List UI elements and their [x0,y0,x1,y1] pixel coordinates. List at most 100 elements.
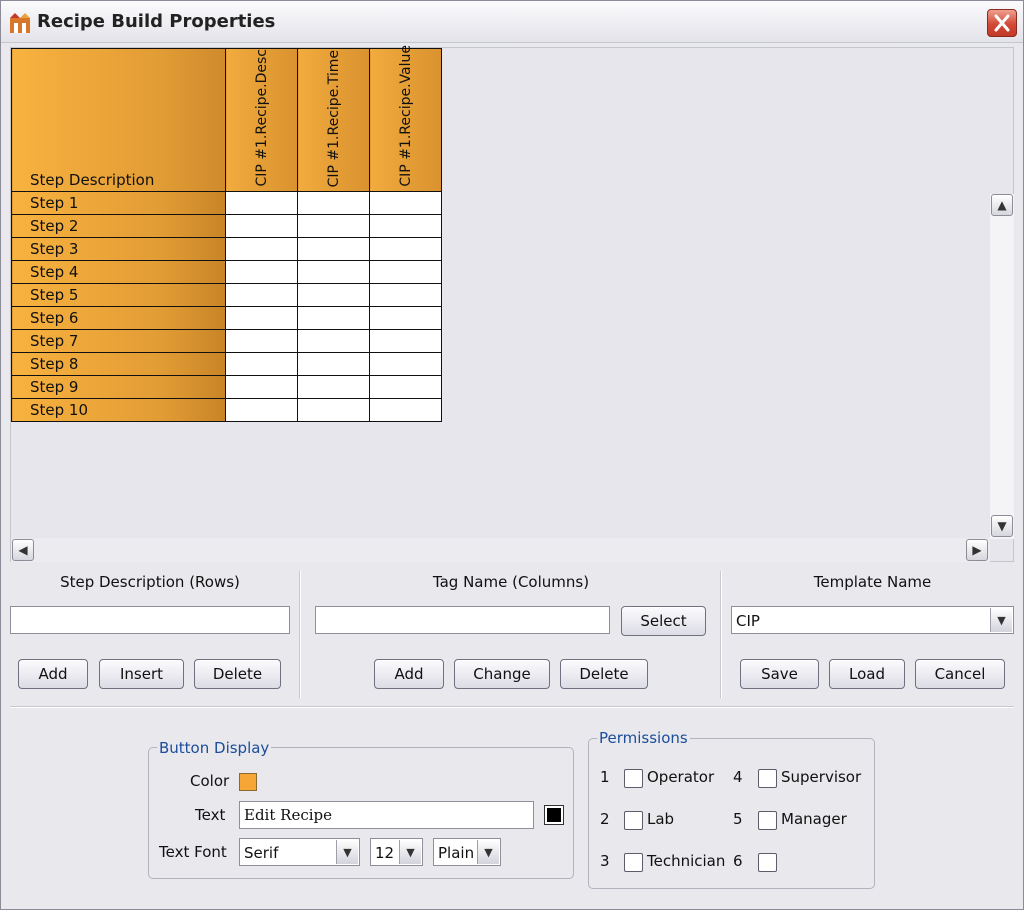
template-name-select[interactable]: CIP ▼ [731,606,1014,634]
permission-checkbox-lab[interactable] [624,811,643,830]
font-size-value: 12 [375,844,395,862]
vertical-scrollbar[interactable]: ▲ ▼ [990,194,1014,539]
permission-label: Supervisor [781,768,862,786]
row-label[interactable]: Step 4 [11,260,226,284]
delete-row-button[interactable]: Delete [194,659,281,689]
grid-cell[interactable] [225,398,298,422]
row-label[interactable]: Step 3 [11,237,226,261]
button-text-input[interactable]: Edit Recipe [239,801,534,829]
table-row: Step 9 [11,375,442,399]
permission-checkbox-supervisor[interactable] [758,769,777,788]
chevron-down-icon[interactable]: ▼ [336,840,358,864]
table-row: Step 7 [11,329,442,353]
row-label[interactable]: Step 8 [11,352,226,376]
grid-cell[interactable] [297,260,370,284]
column-header[interactable]: CIP #1.Recipe.Time [297,48,370,192]
step-description-input[interactable] [10,606,290,634]
row-label[interactable]: Step 7 [11,329,226,353]
scroll-left-button[interactable]: ◀ [12,539,34,561]
column-header[interactable]: CIP #1.Recipe.Desc [225,48,298,192]
close-icon [994,14,1010,32]
permission-checkbox-technician[interactable] [624,853,643,872]
grid-cell[interactable] [369,237,442,261]
tag-name-input[interactable] [315,606,610,634]
grid-cell[interactable] [369,214,442,238]
scroll-down-button[interactable]: ▼ [991,515,1013,537]
row-label[interactable]: Step 10 [11,398,226,422]
grid-cell[interactable] [297,306,370,330]
grid-cell[interactable] [225,214,298,238]
grid-cell[interactable] [225,352,298,376]
close-button[interactable] [987,9,1017,37]
grid-cell[interactable] [225,329,298,353]
save-button[interactable]: Save [740,659,819,689]
insert-row-button[interactable]: Insert [99,659,184,689]
grid-cell[interactable] [369,352,442,376]
grid-cell[interactable] [369,375,442,399]
column-header[interactable]: CIP #1.Recipe.Value [369,45,442,192]
scroll-right-button[interactable]: ▶ [966,539,988,561]
grid-cell[interactable] [225,375,298,399]
grid-cell[interactable] [225,237,298,261]
grid-cell[interactable] [225,191,298,215]
grid-cell[interactable] [297,329,370,353]
font-size-select[interactable]: 12 ▼ [370,838,423,866]
text-font-label: Text Font [159,843,227,861]
grid-cell[interactable] [297,214,370,238]
font-style-select[interactable]: Plain ▼ [433,838,501,866]
row-label[interactable]: Step 2 [11,214,226,238]
row-label[interactable]: Step 1 [11,191,226,215]
change-column-button[interactable]: Change [454,659,550,689]
font-family-select[interactable]: Serif ▼ [239,838,360,866]
add-column-button[interactable]: Add [374,659,444,689]
grid-cell[interactable] [297,375,370,399]
delete-column-button[interactable]: Delete [560,659,648,689]
permission-checkbox-6[interactable] [758,853,777,872]
grid-cell[interactable] [297,398,370,422]
grid-cell[interactable] [297,283,370,307]
grid-cell[interactable] [225,260,298,284]
table-row: Step 3 [11,237,442,261]
grid-cell[interactable] [297,352,370,376]
row-label[interactable]: Step 6 [11,306,226,330]
grid-cell[interactable] [369,398,442,422]
button-color-swatch[interactable] [239,773,257,791]
table-row: Step 8 [11,352,442,376]
recipe-build-properties-dialog: Recipe Build Properties Step Description… [0,0,1024,910]
horizontal-scrollbar[interactable]: ◀ ▶ [11,538,990,562]
grid-cell[interactable] [297,191,370,215]
grid-cell[interactable] [369,283,442,307]
permission-checkbox-operator[interactable] [624,769,643,788]
grid-cell[interactable] [225,306,298,330]
grid-cell[interactable] [297,237,370,261]
chevron-up-icon: ▲ [997,198,1007,212]
permission-label: Technician [647,852,726,870]
permission-checkbox-manager[interactable] [758,811,777,830]
row-label[interactable]: Step 9 [11,375,226,399]
grid-cell[interactable] [369,191,442,215]
title-bar[interactable]: Recipe Build Properties [1,1,1023,43]
text-color-swatch[interactable] [544,805,564,825]
chevron-down-icon[interactable]: ▼ [399,840,421,864]
add-row-button[interactable]: Add [18,659,88,689]
text-label: Text [195,806,226,824]
chevron-down-icon[interactable]: ▼ [990,608,1012,632]
cancel-button[interactable]: Cancel [915,659,1005,689]
grid-cell[interactable] [225,283,298,307]
row-header-label: Step Description [11,48,226,192]
grid-cell[interactable] [369,306,442,330]
section-divider [299,571,301,698]
permission-number: 3 [600,852,610,870]
column-header-label: CIP #1.Recipe.Time [325,49,342,187]
select-tag-button[interactable]: Select [621,606,706,636]
grid-cell[interactable] [369,329,442,353]
column-header-label: CIP #1.Recipe.Desc [253,49,270,187]
permission-number: 6 [733,852,743,870]
section-divider [720,571,722,698]
load-button[interactable]: Load [829,659,905,689]
chevron-down-icon[interactable]: ▼ [477,840,499,864]
scroll-up-button[interactable]: ▲ [991,194,1013,216]
grid-cell[interactable] [369,260,442,284]
row-label[interactable]: Step 5 [11,283,226,307]
font-family-value: Serif [244,844,279,862]
